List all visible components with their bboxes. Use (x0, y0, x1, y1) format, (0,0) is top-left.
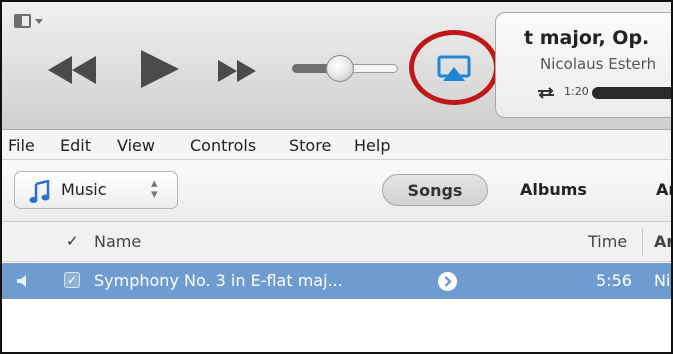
menu-controls[interactable]: Controls (190, 136, 256, 155)
column-header-check[interactable]: ✓ (66, 232, 79, 250)
updown-chevron-icon: ▴ ▾ (151, 176, 158, 202)
song-name: Symphony No. 3 in E-flat maj... (94, 271, 343, 290)
menu-bar: File Edit View Controls Store Help (2, 130, 671, 160)
playback-progress-bar[interactable] (592, 87, 671, 99)
now-playing-artist: Nicolaus Esterh (540, 55, 657, 73)
menu-edit[interactable]: Edit (60, 136, 91, 155)
row-checkbox[interactable]: ✓ (64, 272, 80, 288)
now-playing-display[interactable]: t major, Op. Nicolaus Esterh 1:20 (495, 12, 671, 118)
table-row[interactable]: ✓ Symphony No. 3 in E-flat maj... 5:56 N… (2, 263, 671, 299)
menu-store[interactable]: Store (289, 136, 331, 155)
now-playing-title: t major, Op. (524, 27, 650, 49)
source-label: Music (61, 180, 107, 199)
player-toolbar: t major, Op. Nicolaus Esterh 1:20 (2, 2, 671, 130)
library-bar: Music ▴▾ Songs Albums Ar (2, 160, 671, 222)
volume-slider[interactable] (292, 54, 402, 82)
repeat-icon[interactable] (534, 85, 558, 101)
column-header-name[interactable]: Name (94, 232, 141, 251)
column-header-time[interactable]: Time (588, 232, 627, 251)
rewind-icon[interactable] (46, 54, 98, 86)
airplay-highlight-circle (409, 30, 499, 105)
menu-file[interactable]: File (8, 136, 35, 155)
menu-help[interactable]: Help (354, 136, 390, 155)
song-time: 5:56 (596, 271, 632, 290)
elapsed-time: 1:20 (564, 85, 589, 98)
sidebar-toggle-icon[interactable] (14, 14, 43, 32)
volume-knob[interactable] (326, 55, 354, 82)
tab-albums[interactable]: Albums (520, 174, 610, 206)
column-header-artist[interactable]: Ar (654, 232, 671, 251)
tab-artists[interactable]: Ar (656, 174, 671, 206)
chevron-right-icon[interactable] (438, 272, 457, 291)
tab-songs[interactable]: Songs (382, 174, 488, 206)
play-icon[interactable] (135, 48, 183, 90)
fast-forward-icon[interactable] (216, 58, 258, 84)
menu-view[interactable]: View (117, 136, 155, 155)
music-note-icon (29, 180, 50, 203)
speaker-icon (17, 275, 26, 287)
song-artist: Ni (654, 271, 671, 290)
itunes-window: t major, Op. Nicolaus Esterh 1:20 File E… (0, 0, 673, 354)
song-list-header: ✓ Name Time Ar (2, 222, 671, 262)
source-selector[interactable]: Music ▴ ▾ (14, 171, 178, 209)
column-divider[interactable] (642, 228, 643, 256)
